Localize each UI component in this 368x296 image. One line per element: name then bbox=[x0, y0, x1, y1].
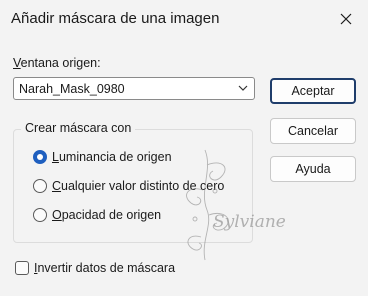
radio-label-nonzero: Cualquier valor distinto de cero bbox=[52, 179, 225, 193]
mask-dialog: Añadir máscara de una imagen Ventana ori… bbox=[0, 0, 368, 296]
radio-source-opacity[interactable]: Opacidad de origen bbox=[33, 206, 161, 224]
radio-button[interactable] bbox=[33, 208, 47, 222]
chevron-down-icon bbox=[238, 85, 248, 91]
accept-button[interactable]: Aceptar bbox=[270, 78, 356, 104]
radio-button[interactable] bbox=[33, 179, 47, 193]
close-button[interactable] bbox=[332, 6, 360, 32]
invert-mask-checkbox[interactable] bbox=[15, 261, 29, 275]
radio-label-opacity: Opacidad de origen bbox=[52, 208, 162, 222]
source-window-label: Ventana origen: bbox=[13, 56, 101, 70]
radio-source-luminance[interactable]: Luminancia de origen bbox=[33, 148, 172, 166]
cancel-button[interactable]: Cancelar bbox=[270, 118, 356, 144]
dialog-title: Añadir máscara de una imagen bbox=[11, 10, 220, 27]
source-label-mnemonic: V bbox=[13, 56, 21, 70]
radio-label-luminance: Luminancia de origen bbox=[52, 150, 172, 164]
title-bar: Añadir máscara de una imagen bbox=[0, 0, 368, 38]
radio-button-checked[interactable] bbox=[33, 150, 47, 164]
invert-mask-label: Invertir datos de máscara bbox=[34, 261, 176, 275]
source-window-select[interactable]: Narah_Mask_0980 bbox=[13, 77, 255, 100]
create-mask-legend: Crear máscara con bbox=[21, 121, 136, 135]
source-select-value: Narah_Mask_0980 bbox=[19, 82, 125, 96]
source-label-text: entana origen: bbox=[20, 56, 101, 70]
invert-mask-checkbox-row[interactable]: Invertir datos de máscara bbox=[15, 259, 175, 277]
radio-any-nonzero[interactable]: Cualquier valor distinto de cero bbox=[33, 177, 224, 195]
help-button[interactable]: Ayuda bbox=[270, 156, 356, 182]
close-icon bbox=[340, 13, 352, 25]
